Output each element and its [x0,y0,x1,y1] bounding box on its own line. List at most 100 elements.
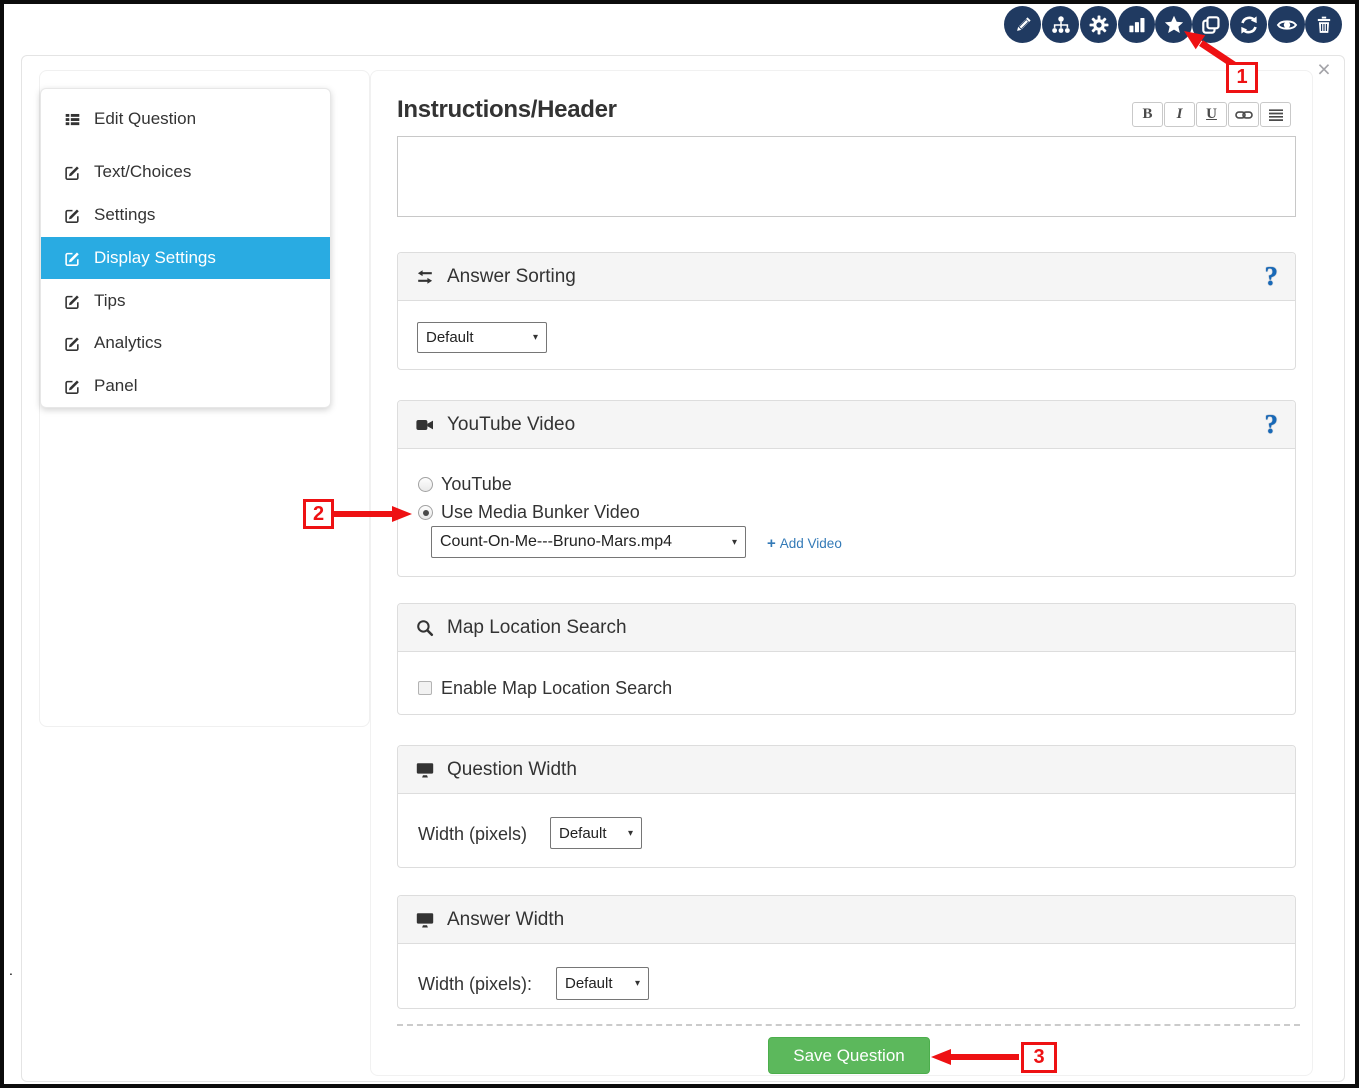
caret-down-icon: ▾ [724,537,737,548]
youtube-video-header: YouTube Video ? [398,401,1295,449]
section-title: Map Location Search [447,617,627,639]
list-icon [64,111,81,128]
sidebar-item-label: Analytics [94,333,162,353]
star-icon [1163,14,1185,36]
annotation-step-3: 3 [1021,1042,1057,1073]
underline-button[interactable]: U [1196,102,1227,127]
add-video-link[interactable]: + Add Video [767,532,842,554]
answer-sorting-header: Answer Sorting ? [398,253,1295,301]
question-width-panel: Question Width Width (pixels) Default ▾ [397,745,1296,868]
link-icon [1234,105,1254,125]
refresh-button[interactable] [1230,6,1267,43]
sidebar-item-analytics[interactable]: Analytics [41,322,330,364]
sidebar-item-label: Panel [94,376,137,396]
select-value: Default [565,975,613,992]
footer-divider [397,1024,1300,1026]
search-icon [415,618,435,638]
question-width-select[interactable]: Default ▾ [550,817,642,849]
sidebar-item-label: Settings [94,205,155,225]
refresh-icon [1238,14,1260,36]
justify-icon [1266,105,1286,125]
sidebar-item-label: Text/Choices [94,162,191,182]
favorite-star-button[interactable] [1155,6,1192,43]
youtube-radio[interactable] [418,477,433,492]
section-title: Answer Width [447,909,564,931]
section-title: Question Width [447,759,577,781]
justify-button[interactable] [1260,102,1291,127]
select-value: Count-On-Me---Bruno-Mars.mp4 [440,533,672,551]
sidebar-item-edit-question[interactable]: Edit Question [41,98,330,140]
media-bunker-radio[interactable] [418,505,433,520]
page-title: Instructions/Header [397,96,617,124]
delete-button[interactable] [1305,6,1342,43]
edit-icon [64,164,81,181]
sidebar-item-text-choices[interactable]: Text/Choices [41,151,330,193]
youtube-video-panel: YouTube Video ? YouTube Use Media Bunker… [397,400,1296,577]
eye-icon [1276,14,1298,36]
preview-eye-button[interactable] [1268,6,1305,43]
exchange-icon [415,267,435,287]
answer-width-header: Answer Width [398,896,1295,944]
trash-icon [1313,14,1335,36]
bar-chart-icon [1126,14,1148,36]
page: × Edit Question Text/Choices Settings Di… [0,0,1359,1088]
youtube-radio-label[interactable]: YouTube [441,472,512,496]
edit-icon [64,250,81,267]
edit-icon [64,335,81,352]
instructions-textarea[interactable] [397,136,1296,217]
edit-icon [64,378,81,395]
map-location-header: Map Location Search [398,604,1295,652]
caret-down-icon: ▾ [627,978,640,989]
sidebar-item-settings[interactable]: Settings [41,194,330,236]
media-bunker-radio-label[interactable]: Use Media Bunker Video [441,500,640,524]
video-camera-icon [415,415,435,435]
caret-down-icon: ▾ [620,828,633,839]
edit-icon [64,207,81,224]
help-icon[interactable]: ? [1265,263,1279,290]
answer-sorting-select[interactable]: Default ▾ [417,322,547,353]
clone-button[interactable] [1192,6,1229,43]
edit-icon [64,293,81,310]
annotation-step-2: 2 [303,499,334,529]
format-toolbar: B I U [1132,102,1291,127]
pencil-icon [1012,14,1034,36]
sidebar-item-tips[interactable]: Tips [41,280,330,322]
italic-button[interactable]: I [1164,102,1195,127]
enable-map-search-checkbox[interactable] [418,681,432,695]
sidebar-item-label: Display Settings [94,248,216,268]
edit-pencil-button[interactable] [1004,6,1041,43]
question-width-label: Width (pixels) [418,822,527,846]
sitemap-icon [1050,14,1072,36]
link-button[interactable] [1228,102,1259,127]
close-icon[interactable]: × [1312,57,1336,81]
sidebar-item-display-settings[interactable]: Display Settings [41,237,330,279]
sitemap-button[interactable] [1042,6,1079,43]
sidebar-item-panel[interactable]: Panel [41,365,330,407]
answer-width-label: Width (pixels): [418,972,532,996]
section-title: YouTube Video [447,414,575,436]
answer-width-panel: Answer Width Width (pixels): Default ▾ [397,895,1296,1009]
enable-map-search-label[interactable]: Enable Map Location Search [441,676,672,700]
section-title: Answer Sorting [447,266,576,288]
media-bunker-video-select[interactable]: Count-On-Me---Bruno-Mars.mp4 ▾ [431,526,746,558]
select-value: Default [426,329,474,346]
caret-down-icon: ▾ [525,332,538,343]
monitor-icon [415,910,435,930]
sidebar-item-label: Tips [94,291,126,311]
save-question-button[interactable]: Save Question [768,1037,930,1074]
analytics-chart-button[interactable] [1118,6,1155,43]
answer-sorting-panel: Answer Sorting ? Default ▾ [397,252,1296,370]
settings-gear-button[interactable] [1080,6,1117,43]
monitor-icon [415,760,435,780]
answer-width-select[interactable]: Default ▾ [556,967,649,1000]
gear-icon [1088,14,1110,36]
question-width-header: Question Width [398,746,1295,794]
plus-icon: + [767,535,776,552]
annotation-step-1: 1 [1226,62,1258,93]
sidebar-item-label: Edit Question [94,109,196,129]
sidebar-menu: Edit Question Text/Choices Settings Disp… [40,88,331,408]
add-video-label: Add Video [780,536,842,551]
map-location-panel: Map Location Search Enable Map Location … [397,603,1296,715]
bold-button[interactable]: B [1132,102,1163,127]
help-icon[interactable]: ? [1265,411,1279,438]
